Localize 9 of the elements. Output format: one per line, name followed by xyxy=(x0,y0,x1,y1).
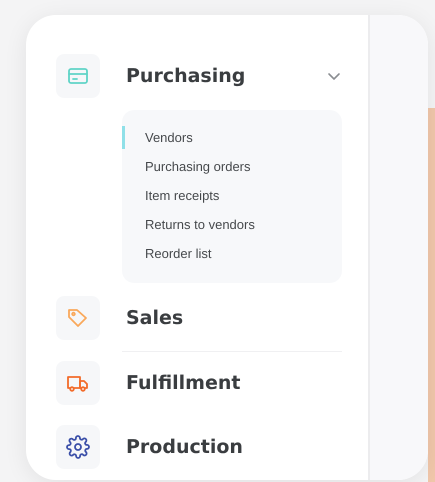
submenu-item[interactable]: Item receipts xyxy=(145,188,220,203)
section-title[interactable]: Sales xyxy=(126,307,342,329)
submenu-item[interactable]: Reorder list xyxy=(145,246,212,261)
section-title[interactable]: Purchasing xyxy=(126,65,326,87)
section-title[interactable]: Production xyxy=(126,436,342,458)
submenu-item[interactable]: Returns to vendors xyxy=(145,217,255,232)
section-title[interactable]: Fulfillment xyxy=(126,372,342,394)
submenu-item[interactable]: Vendors xyxy=(145,130,193,145)
submenu-item[interactable]: Purchasing orders xyxy=(145,159,250,174)
